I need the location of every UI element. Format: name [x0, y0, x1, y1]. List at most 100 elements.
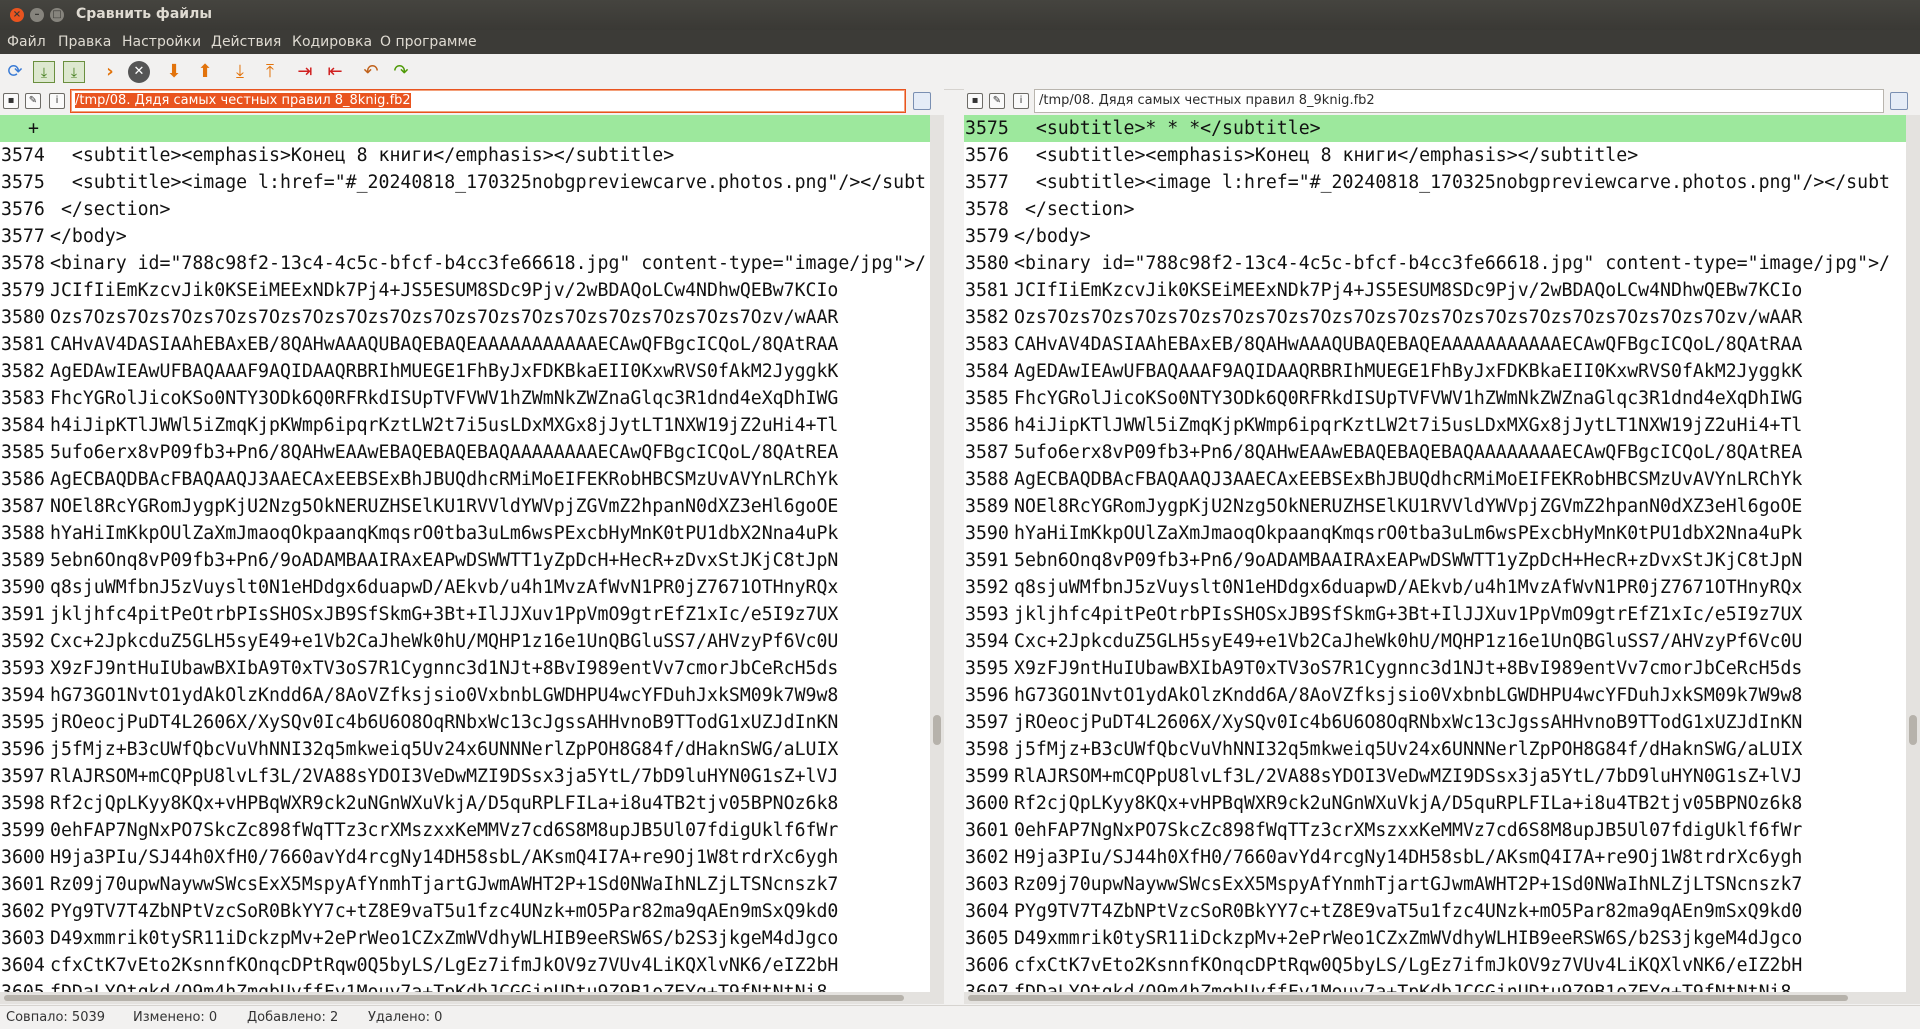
open-right-file-icon[interactable] — [1890, 92, 1908, 110]
line-number: 3585 — [965, 388, 1009, 409]
line-text: <binary id="788c98f2-13c4-4c5c-bfcf-b4cc… — [1014, 253, 1890, 274]
edit-file-icon[interactable]: ✎ — [25, 93, 41, 109]
code-line: 3598 j5fMjz+B3cUWfQbcVuVhNNI32q5mkweiq5Uv… — [964, 736, 1906, 763]
right-text-pane[interactable]: 3575 <subtitle>* * *</subtitle> 3576 <sub… — [964, 115, 1906, 992]
copy-left-to-right-icon[interactable]: ⇥ — [294, 61, 316, 83]
line-number: 3580 — [1, 307, 45, 328]
code-line: 3585 FhcYGRolJicoKSo0NTY3ODk6Q0RFRkdISUpT… — [964, 385, 1906, 412]
right-path-text: /tmp/08. Дядя самых честных правил 8_9kn… — [1039, 93, 1375, 108]
right-vertical-scrollbar[interactable] — [1906, 115, 1920, 992]
next-difference-icon[interactable]: ⬇ — [163, 61, 185, 83]
line-number: + — [28, 118, 39, 139]
menu-settings[interactable]: Настройки — [122, 34, 201, 50]
menu-bar: Файл Правка Настройки Действия Кодировка… — [0, 30, 1920, 54]
line-text: Rf2cjQpLKyy8KQx+vHPBqWXR9ck2uNGnWXuVkjA/… — [50, 793, 839, 814]
line-number: 3604 — [965, 901, 1009, 922]
line-number: 3578 — [1, 253, 45, 274]
line-text: jkljhfc4pitPeOtrbPIsSHOSxJB9SfSkmG+3Bt+I… — [50, 604, 839, 625]
refresh-icon[interactable]: ⟳ — [4, 61, 26, 83]
code-line: 3592 Cxc+2JpkcduZ5GLH5syE49+e1Vb2CaJheWk0… — [0, 628, 930, 655]
undo-icon[interactable]: ↶ — [360, 61, 382, 83]
left-vertical-scrollbar[interactable] — [930, 115, 944, 992]
scroll-thumb[interactable] — [1909, 715, 1917, 745]
left-text-pane[interactable]: +3574 <subtitle><emphasis>Конец 8 книги<… — [0, 115, 930, 992]
line-text: h4iJipKTlJWWl5iZmqKjpKWmp6ipqrKztLW2t7i5… — [1014, 415, 1803, 436]
line-text: cfxCtK7vEto2KsnnfKOnqcDPtRqw0Q5byLS/LgEz… — [50, 955, 839, 976]
menu-encoding[interactable]: Кодировка — [292, 34, 372, 50]
line-number: 3579 — [1, 280, 45, 301]
left-path-text: /tmp/08. Дядя самых честных правил 8_8kn… — [75, 93, 411, 108]
line-number: 3586 — [965, 415, 1009, 436]
line-text: 0ehFAP7NgNxPO7SkcZc898fWqTTz3crXMszxxKeM… — [50, 820, 839, 841]
code-line: 3582 Ozs7Ozs7Ozs7Ozs7Ozs7Ozs7Ozs7Ozs7Ozs7… — [964, 304, 1906, 331]
line-number: 3588 — [1, 523, 45, 544]
save-left-icon[interactable]: ⤓ — [33, 61, 55, 83]
code-line: 3577 <subtitle><image l:href="#_20240818… — [964, 169, 1906, 196]
edit-file-icon[interactable]: ✎ — [989, 93, 1005, 109]
scroll-thumb[interactable] — [4, 995, 904, 1001]
line-number: 3595 — [965, 658, 1009, 679]
open-left-file-icon[interactable] — [913, 92, 931, 110]
right-horizontal-scrollbar[interactable] — [964, 992, 1920, 1004]
stop-icon[interactable]: ✕ — [128, 61, 150, 83]
code-line: 3587 NOEl8RcYGRomJygpKjU2Nzg5OkNERUZHSElK… — [0, 493, 930, 520]
scroll-thumb[interactable] — [968, 995, 1848, 1001]
save-right-icon[interactable]: ⤓ — [63, 61, 85, 83]
file-info-icon[interactable]: i — [49, 93, 65, 109]
code-line: 3582 AgEDAwIEAwUFBAQAAAF9AQIDAAQRBRIhMUEG… — [0, 358, 930, 385]
menu-actions[interactable]: Действия — [211, 34, 281, 50]
line-text: RlAJRSOM+mCQPpU8lvLf3L/2VA88sYDOI3VeDwMZ… — [1014, 766, 1803, 787]
line-text: fDDaLYOtqkd/Q9m4hZmqbUvffFv1Mouv7a+TpKdb… — [1014, 979, 1791, 992]
pane-separator[interactable] — [944, 115, 964, 1004]
line-number: 3598 — [1, 793, 45, 814]
left-horizontal-scrollbar[interactable] — [0, 992, 944, 1004]
menu-file[interactable]: Файл — [7, 34, 46, 50]
line-number: 3603 — [1, 928, 45, 949]
copy-right-to-left-icon[interactable]: ⇤ — [324, 61, 346, 83]
line-number: 3591 — [1, 604, 45, 625]
first-difference-icon[interactable]: ⤒ — [259, 61, 281, 83]
left-path-input[interactable]: /tmp/08. Дядя самых честных правил 8_8kn… — [70, 89, 906, 113]
line-text: NOEl8RcYGRomJygpKjU2Nzg5OkNERUZHSElKU1RV… — [1014, 496, 1803, 517]
previous-difference-icon[interactable]: ⬆ — [194, 61, 216, 83]
status-deleted: Удалено: 0 — [368, 1010, 443, 1025]
code-line: 3599 0ehFAP7NgNxPO7SkcZc898fWqTTz3crXMszx… — [0, 817, 930, 844]
added-line: + — [0, 115, 930, 142]
menu-about[interactable]: О программе — [380, 34, 477, 50]
line-text: X9zFJ9ntHuIUbawBXIbA9T0xTV3oS7R1Cygnnc3d… — [50, 658, 839, 679]
save-file-icon[interactable]: ▪ — [967, 93, 983, 109]
left-path-row: ▪ ✎ i /tmp/08. Дядя самых честных правил… — [0, 89, 944, 115]
line-number: 3581 — [1, 334, 45, 355]
file-info-icon[interactable]: i — [1013, 93, 1029, 109]
line-number: 3581 — [965, 280, 1009, 301]
line-number: 3576 — [965, 145, 1009, 166]
save-file-icon[interactable]: ▪ — [3, 93, 19, 109]
redo-icon[interactable]: ↷ — [390, 61, 412, 83]
code-line: 3576 </section> — [0, 196, 930, 223]
code-line: 3595 jROeocjPuDT4L2606X/XySQv0Ic4b6U6O8Oq… — [0, 709, 930, 736]
line-number: 3597 — [1, 766, 45, 787]
maximize-window-button[interactable]: □ — [50, 8, 64, 22]
code-line: 3593 X9zFJ9ntHuIUbawBXIbA9T0xTV3oS7R1Cygn… — [0, 655, 930, 682]
close-window-button[interactable]: × — [10, 8, 24, 22]
line-text: cfxCtK7vEto2KsnnfKOnqcDPtRqw0Q5byLS/LgEz… — [1014, 955, 1803, 976]
code-line: 3577 </body> — [0, 223, 930, 250]
scroll-thumb[interactable] — [933, 715, 941, 745]
line-text: H9ja3PIu/SJ44h0XfH0/7660avYd4rcgNy14DH58… — [1014, 847, 1803, 868]
code-line: 3580 Ozs7Ozs7Ozs7Ozs7Ozs7Ozs7Ozs7Ozs7Ozs7… — [0, 304, 930, 331]
line-number: 3589 — [1, 550, 45, 571]
line-number: 3592 — [1, 631, 45, 652]
right-path-input[interactable]: /tmp/08. Дядя самых честных правил 8_9kn… — [1034, 89, 1884, 113]
code-line: 3584 h4iJipKTlJWWl5iZmqKjpKWmp6ipqrKztLW2… — [0, 412, 930, 439]
last-difference-icon[interactable]: ⤓ — [229, 61, 251, 83]
line-text: jROeocjPuDT4L2606X/XySQv0Ic4b6U6O8OqRNbx… — [1014, 712, 1803, 733]
menu-edit[interactable]: Правка — [58, 34, 111, 50]
line-number: 3582 — [965, 307, 1009, 328]
line-text: <binary id="788c98f2-13c4-4c5c-bfcf-b4cc… — [50, 253, 926, 274]
line-number: 3576 — [1, 199, 45, 220]
next-icon[interactable]: › — [99, 61, 121, 83]
code-line: 3583 FhcYGRolJicoKSo0NTY3ODk6Q0RFRkdISUpT… — [0, 385, 930, 412]
line-number: 3602 — [965, 847, 1009, 868]
status-changed: Изменено: 0 — [133, 1010, 218, 1025]
minimize-window-button[interactable]: – — [30, 8, 44, 22]
